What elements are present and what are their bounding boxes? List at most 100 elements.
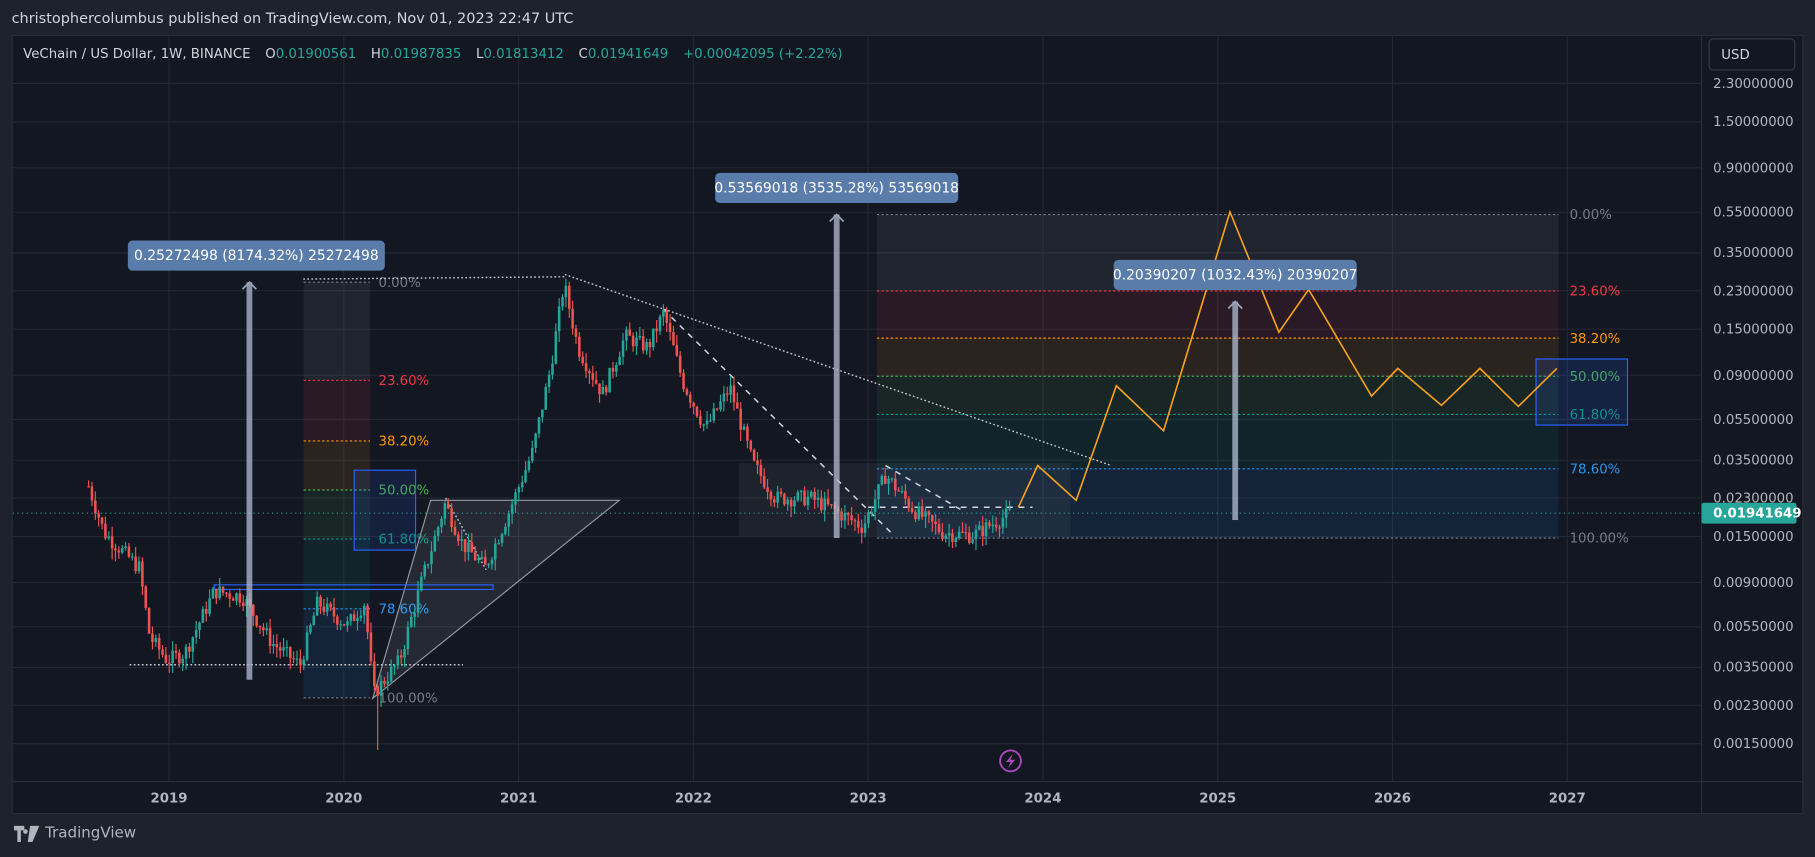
candle — [584, 353, 588, 379]
candle — [709, 413, 712, 423]
candle — [265, 622, 269, 635]
candle — [272, 634, 275, 654]
tradingview-logo[interactable]: TradingView — [13, 825, 136, 842]
candle — [658, 314, 662, 336]
candle-body — [557, 306, 561, 332]
candle-body — [470, 542, 474, 553]
candle — [527, 456, 531, 473]
candle — [588, 368, 591, 385]
candle-body — [615, 364, 618, 372]
close-label: C — [578, 45, 588, 62]
fib-right-zone — [876, 376, 1559, 415]
candle — [729, 376, 732, 404]
candle — [161, 644, 164, 658]
candle-body — [981, 525, 984, 537]
candle-body — [910, 508, 914, 512]
candle — [739, 401, 742, 442]
plot-area: 0.00%23.60%38.20%50.00%61.80%78.60%100.0… — [12, 35, 1702, 782]
candle-body — [668, 322, 672, 333]
candle-body — [514, 492, 517, 505]
candle-body — [786, 499, 790, 505]
candle — [719, 394, 722, 412]
candle — [268, 618, 272, 654]
candle-body — [379, 680, 383, 696]
candle — [594, 371, 598, 385]
candle — [252, 603, 255, 626]
candle — [598, 383, 601, 403]
candle — [231, 596, 235, 601]
candle — [147, 607, 151, 635]
candle-body — [346, 621, 349, 626]
candle-body — [302, 659, 305, 665]
candle-body — [114, 548, 117, 551]
lightning-alert-icon[interactable] — [999, 749, 1022, 773]
candle — [712, 402, 716, 424]
candle-body — [295, 658, 299, 660]
candle — [611, 362, 615, 379]
candle-body — [682, 372, 685, 390]
fib-right-level-label: 23.60% — [1570, 285, 1621, 300]
candle-body — [483, 557, 487, 565]
candle — [601, 380, 605, 395]
candle-body — [460, 539, 463, 541]
candle-body — [420, 576, 423, 591]
candle-body — [497, 543, 500, 545]
candle — [682, 369, 685, 393]
candle-body — [1004, 508, 1008, 518]
current-price-label: 0.01941649 — [1713, 505, 1802, 522]
candle-body — [581, 356, 584, 364]
candle-body — [934, 521, 937, 525]
candle-body — [110, 536, 114, 549]
candle-body — [894, 478, 897, 491]
candle — [618, 351, 621, 366]
time-tick-label: 2022 — [674, 789, 712, 807]
candle-body — [241, 602, 245, 607]
candle-body — [789, 499, 793, 507]
candle-body — [1008, 508, 1011, 510]
candle — [124, 541, 127, 551]
candle-body — [137, 561, 141, 572]
candle-body — [396, 655, 400, 666]
candle — [292, 651, 295, 664]
symbol-legend: VeChain / US Dollar, 1W, BINANCE O0.0190… — [23, 45, 853, 61]
candle-body — [147, 608, 151, 634]
candle-body — [813, 491, 816, 500]
candle-body — [857, 521, 860, 528]
candle-body — [920, 506, 924, 517]
candle-body — [749, 440, 753, 450]
candle — [635, 331, 638, 355]
currency-button[interactable]: USD — [1708, 38, 1796, 71]
candle-body — [544, 386, 548, 410]
candle-body — [971, 539, 974, 543]
chart-canvas[interactable]: 0.00%23.60%38.20%50.00%61.80%78.60%100.0… — [0, 0, 1815, 857]
candle-body — [638, 336, 642, 338]
high-label: H — [370, 45, 381, 62]
fib-right-zone — [876, 290, 1559, 339]
candle — [289, 646, 292, 670]
open-label: O — [265, 45, 276, 62]
candle-body — [662, 310, 665, 317]
candle — [699, 410, 702, 429]
candle — [688, 391, 692, 409]
candle-body — [184, 646, 188, 659]
candle-body — [144, 586, 148, 609]
candle-body — [608, 367, 611, 393]
candle-body — [719, 401, 722, 410]
time-tick-label: 2021 — [500, 789, 538, 807]
candle-body — [695, 406, 699, 417]
symbol-title[interactable]: VeChain / US Dollar, 1W, BINANCE — [23, 45, 250, 61]
candle-body — [235, 593, 238, 601]
measure-label: 0.53569018 (3535.28%) 53569018 — [714, 181, 959, 197]
candle-body — [218, 586, 221, 599]
candle — [184, 643, 188, 670]
candle-body — [208, 598, 211, 614]
candle — [204, 601, 208, 622]
candle-body — [685, 389, 689, 395]
candle — [608, 367, 611, 393]
candle-body — [225, 592, 228, 594]
candle — [141, 557, 144, 596]
candle-body — [773, 499, 776, 503]
candle-body — [810, 491, 813, 497]
candle — [537, 416, 541, 439]
candle-body — [504, 526, 507, 535]
